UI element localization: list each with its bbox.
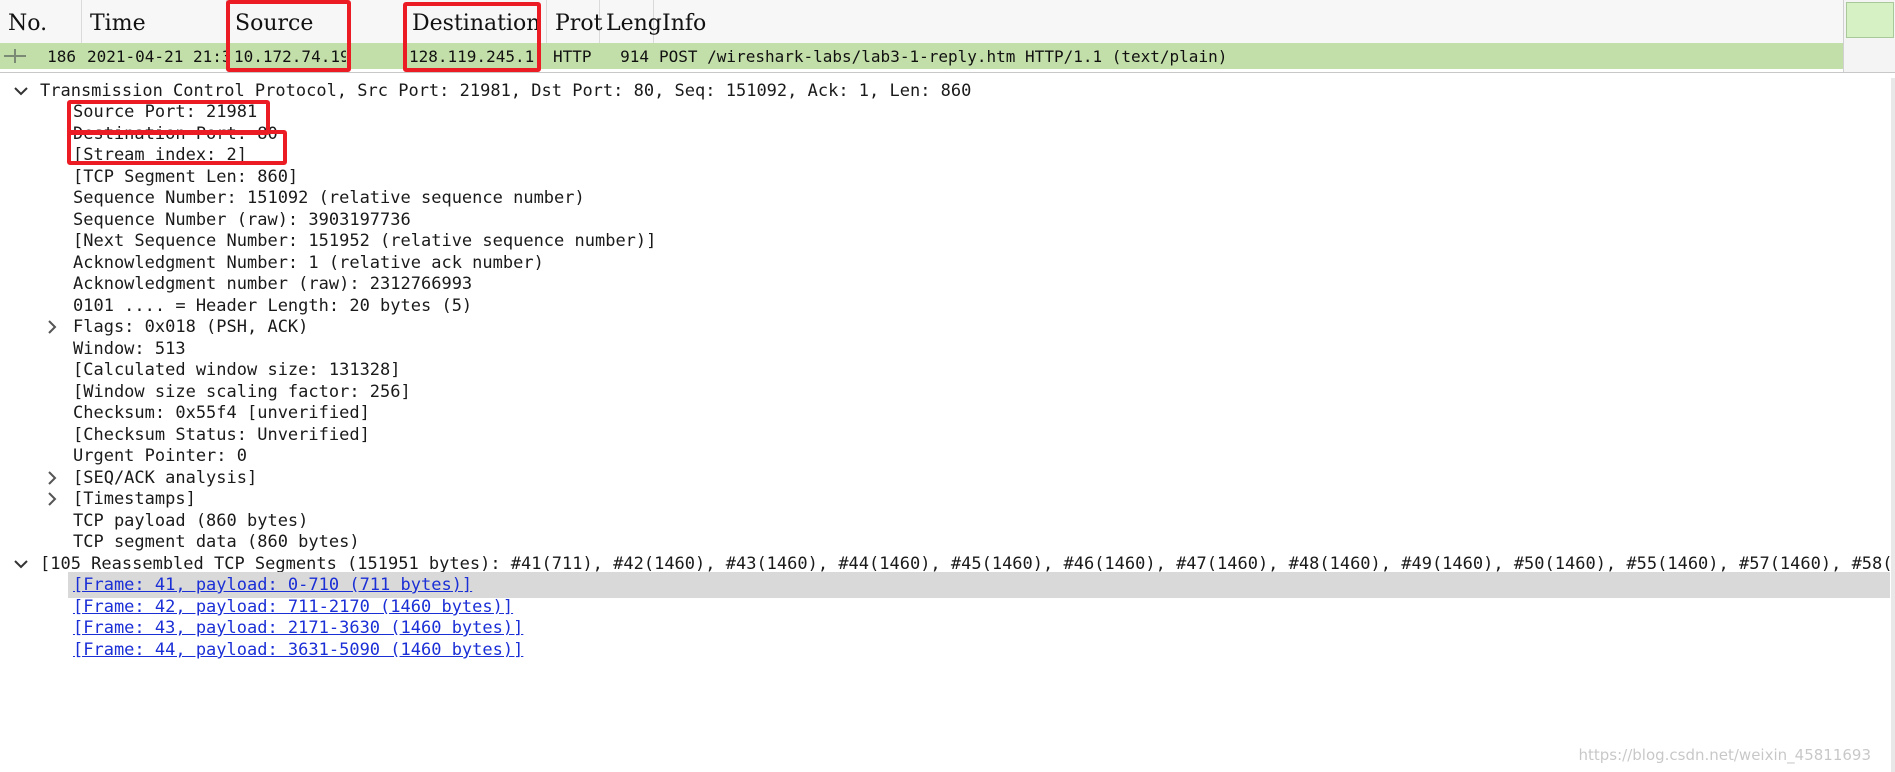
- watermark: https://blog.csdn.net/weixin_45811693: [1578, 746, 1871, 764]
- column-header-time[interactable]: Time: [82, 0, 227, 43]
- packet-length: 914: [620, 47, 649, 66]
- packet-row-selected[interactable]: 186 2021-04-21 21:3… 10.172.74.197 128.1…: [0, 43, 1843, 69]
- column-header-destination[interactable]: Destination: [404, 0, 547, 43]
- column-header-length[interactable]: Leng: [600, 0, 662, 43]
- column-header-no[interactable]: No.: [0, 0, 82, 43]
- packet-list-pane: No. Time Source Destination Prot Leng In…: [0, 0, 1895, 73]
- column-header-info[interactable]: Info: [654, 0, 1843, 43]
- column-header-source[interactable]: Source: [227, 0, 348, 43]
- packet-minimap[interactable]: [1846, 2, 1894, 38]
- column-header-protocol[interactable]: Prot: [547, 0, 602, 43]
- frame-link[interactable]: [Frame: 44, payload: 3631-5090 (1460 byt…: [73, 637, 523, 663]
- column-header-bar: No. Time Source Destination Prot Leng In…: [0, 0, 1843, 44]
- packet-no: 186: [47, 47, 76, 66]
- chevron-down-icon[interactable]: [12, 551, 30, 577]
- tree-item-frame-link[interactable]: [Frame: 44, payload: 3631-5090 (1460 byt…: [0, 637, 1895, 663]
- packet-details-pane: Transmission Control Protocol, Src Port:…: [0, 78, 1895, 772]
- packet-source: 10.172.74.197: [234, 47, 346, 66]
- packet-protocol: HTTP: [553, 47, 592, 66]
- column-header-spacer: [348, 0, 404, 43]
- packet-request-marker-icon: [4, 49, 26, 63]
- packet-info: POST /wireshark-labs/lab3-1-reply.htm HT…: [659, 47, 1228, 66]
- packet-destination: 128.119.245.12: [409, 47, 534, 66]
- details-scrollbar[interactable]: [1891, 78, 1895, 772]
- packet-time: 2021-04-21 21:3…: [87, 47, 227, 66]
